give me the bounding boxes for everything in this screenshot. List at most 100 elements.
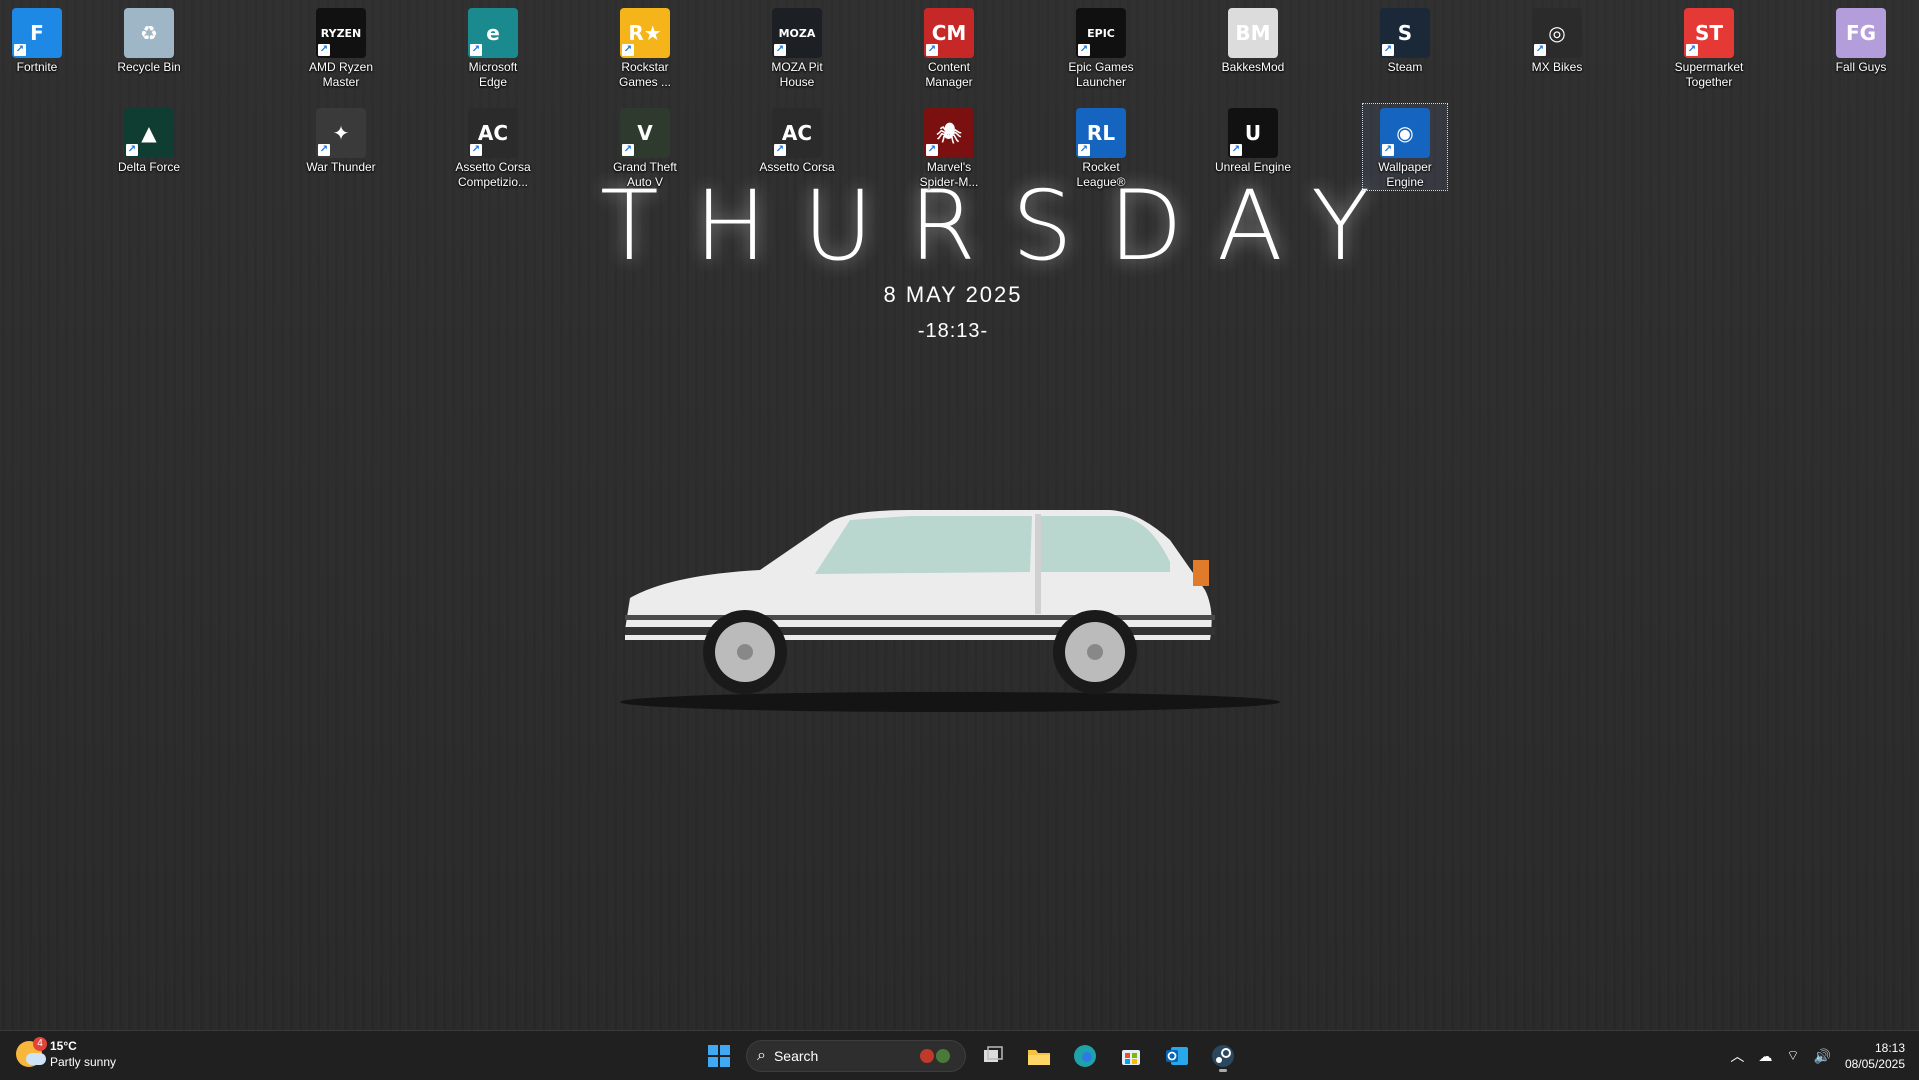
app-icon: U ↗: [1228, 108, 1278, 158]
taskbar-search-box[interactable]: ⌕ Search: [746, 1040, 966, 1072]
app-icon: RL ↗: [1076, 108, 1126, 158]
file-explorer-button[interactable]: [1020, 1037, 1058, 1075]
desktop-icon-rocket-league[interactable]: RL ↗ Rocket League®: [1059, 104, 1143, 190]
windows-icon: [708, 1045, 730, 1067]
store-icon: [1122, 1050, 1140, 1065]
app-glyph: e: [486, 21, 500, 45]
tray-time: 18:13: [1874, 1041, 1905, 1055]
app-glyph: RL: [1086, 121, 1116, 145]
chevron-up-icon[interactable]: ︿: [1730, 1046, 1744, 1066]
weather-widget[interactable]: 4 15°C Partly sunny: [16, 1037, 117, 1070]
weather-condition: Partly sunny: [50, 1055, 117, 1069]
system-tray: ︿ ☁ ⌔ 🔊 18:13 08/05/2025: [1730, 1037, 1905, 1075]
desktop-icon-label: Microsoft Edge: [468, 60, 518, 89]
steam-running-indicator: [1219, 1069, 1227, 1072]
desktop-icon-label: Content Manager: [925, 60, 973, 89]
desktop-icon-steam[interactable]: S ↗ Steam: [1363, 4, 1447, 75]
shortcut-arrow-icon: ↗: [1078, 44, 1090, 56]
desktop-icon-assetto-corsa-competizio[interactable]: AC ↗ Assetto Corsa Competizio...: [451, 104, 535, 190]
search-icon: ⌕: [757, 1047, 766, 1064]
app-icon: 🕷 ↗: [924, 108, 974, 158]
shortcut-arrow-icon: ↗: [1534, 44, 1546, 56]
desktop-icon-label: Assetto Corsa: [759, 160, 835, 174]
shortcut-arrow-icon: ↗: [926, 144, 938, 156]
store-button[interactable]: [1112, 1037, 1150, 1075]
app-glyph: S: [1397, 21, 1413, 45]
app-glyph: 🕷: [936, 121, 962, 145]
desktop-icon-mx-bikes[interactable]: ◎ ↗ MX Bikes: [1515, 4, 1599, 75]
search-label: Search: [773, 1048, 819, 1064]
desktop-icon-label: MOZA Pit House: [771, 60, 823, 89]
desktop-icon-content-manager[interactable]: CM ↗ Content Manager: [907, 4, 991, 90]
desktop-icon-label: Supermarket Together: [1674, 60, 1744, 89]
desktop-icon-label: Assetto Corsa Competizio...: [455, 160, 531, 189]
outlook-button[interactable]: [1158, 1037, 1196, 1075]
desktop-icon-fall-guys[interactable]: FG Fall Guys: [1819, 4, 1903, 75]
folder-icon: [1028, 1050, 1050, 1065]
app-glyph: FG: [1845, 21, 1877, 45]
shortcut-arrow-icon: ↗: [470, 144, 482, 156]
desktop-icon-unreal-engine[interactable]: U ↗ Unreal Engine: [1211, 104, 1295, 175]
app-icon: AC ↗: [468, 108, 518, 158]
desktop-icon-wallpaper-engine[interactable]: ◉ ↗ Wallpaper Engine: [1362, 103, 1448, 191]
app-glyph: U: [1244, 121, 1262, 145]
app-icon: AC ↗: [772, 108, 822, 158]
app-glyph: MOZA: [778, 26, 816, 40]
desktop-icon-recycle-bin[interactable]: ♻ Recycle Bin: [107, 4, 191, 75]
app-icon: EPIC ↗: [1076, 8, 1126, 58]
desktop-icon-epic-games-launcher[interactable]: EPIC ↗ Epic Games Launcher: [1059, 4, 1143, 90]
wifi-icon[interactable]: ⌔: [1786, 1047, 1799, 1065]
app-icon: CM ↗: [924, 8, 974, 58]
desktop-icon-label: War Thunder: [306, 160, 376, 174]
desktop-icon-grand-theft-auto-v[interactable]: V ↗ Grand Theft Auto V: [603, 104, 687, 190]
app-glyph: ▲: [141, 121, 157, 145]
desktop-icon-label: Delta Force: [117, 160, 181, 174]
desktop-icon-war-thunder[interactable]: ✦ ↗ War Thunder: [299, 104, 383, 175]
app-glyph: ♻: [140, 21, 158, 45]
app-glyph: CM: [931, 21, 967, 45]
volume-icon[interactable]: 🔊: [1814, 1048, 1831, 1065]
shortcut-arrow-icon: ↗: [774, 144, 786, 156]
search-highlight-icon: [915, 1046, 955, 1066]
desktop-icon-label: Unreal Engine: [1214, 160, 1292, 174]
desktop-icon-supermarket-together[interactable]: ST ↗ Supermarket Together: [1667, 4, 1751, 90]
shortcut-arrow-icon: ↗: [1230, 144, 1242, 156]
desktop-icon-fortnite[interactable]: F ↗ Fortnite: [0, 4, 79, 75]
desktop-icon-assetto-corsa[interactable]: AC ↗ Assetto Corsa: [755, 104, 839, 175]
desktop-icon-amd-ryzen-master[interactable]: RYZEN ↗ AMD Ryzen Master: [299, 4, 383, 90]
steam-icon: [1212, 1045, 1234, 1067]
desktop-icon-moza-pit-house[interactable]: MOZA ↗ MOZA Pit House: [755, 4, 839, 90]
desktop-icon-label: Steam: [1387, 60, 1423, 74]
wallpaper-clock-text: -18:13-: [917, 320, 989, 342]
edge-taskbar-button[interactable]: [1066, 1037, 1104, 1075]
desktop-icon-label: Fortnite: [16, 60, 58, 74]
desktop-icon-microsoft-edge[interactable]: e ↗ Microsoft Edge: [451, 4, 535, 90]
desktop-icon-bakkesmod[interactable]: BM BakkesMod: [1211, 4, 1295, 75]
desktop-icon-delta-force[interactable]: ▲ ↗ Delta Force: [107, 104, 191, 175]
onedrive-cloud-icon[interactable]: ☁: [1758, 1048, 1772, 1065]
desktop-icon-label: Rockstar Games ...: [618, 60, 671, 89]
desktop-icon-marvel-s-spider-m[interactable]: 🕷 ↗ Marvel's Spider-M...: [907, 104, 991, 190]
app-glyph: ST: [1694, 21, 1724, 45]
app-icon: R★ ↗: [620, 8, 670, 58]
app-icon: BM: [1228, 8, 1278, 58]
app-icon: ST ↗: [1684, 8, 1734, 58]
desktop-icon-label: Epic Games Launcher: [1068, 60, 1134, 89]
desktop-icon-label: MX Bikes: [1531, 60, 1583, 74]
task-view-button[interactable]: [974, 1037, 1012, 1075]
app-icon: S ↗: [1380, 8, 1430, 58]
app-icon: e ↗: [468, 8, 518, 58]
desktop-icon-rockstar-games[interactable]: R★ ↗ Rockstar Games ...: [603, 4, 687, 90]
shortcut-arrow-icon: ↗: [318, 44, 330, 56]
weather-badge: 4: [33, 1037, 47, 1051]
shortcut-arrow-icon: ↗: [1382, 44, 1394, 56]
app-icon: V ↗: [620, 108, 670, 158]
app-glyph: AC: [781, 121, 813, 145]
desktop-icon-label: AMD Ryzen Master: [308, 60, 373, 89]
app-glyph: BM: [1235, 21, 1271, 45]
app-icon: ◎ ↗: [1532, 8, 1582, 58]
steam-taskbar-button[interactable]: [1204, 1037, 1242, 1075]
tray-clock[interactable]: 18:13 08/05/2025: [1845, 1040, 1905, 1072]
desktop-icon-label: BakkesMod: [1221, 60, 1285, 74]
start-button[interactable]: [700, 1037, 738, 1075]
